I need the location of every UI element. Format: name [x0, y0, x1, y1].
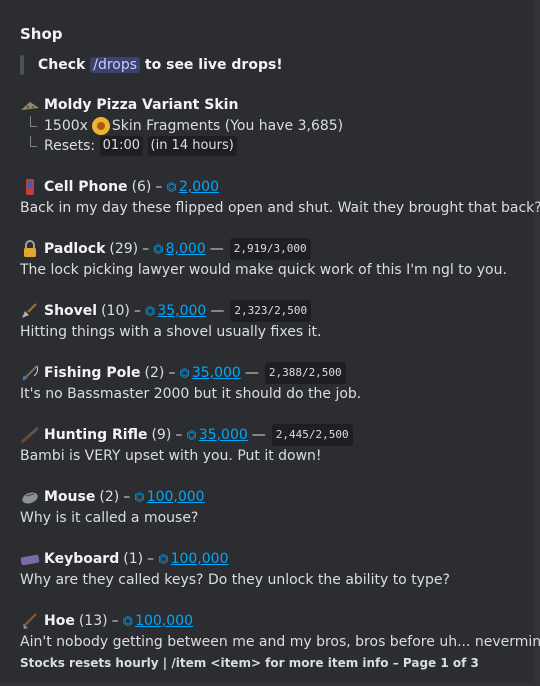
separator-dash: –: [142, 241, 150, 257]
item-price-link[interactable]: 35,000: [157, 301, 206, 321]
separator-dash: –: [111, 613, 119, 629]
item-name: Keyboard: [44, 551, 120, 567]
item-stock: 2,388/2,500: [264, 362, 346, 384]
item-price-link[interactable]: 100,000: [135, 611, 193, 631]
resets-time: 01:00: [99, 136, 144, 156]
notice-suffix: to see live drops!: [144, 57, 283, 73]
item-name: Hoe: [44, 613, 75, 629]
shop-item: Cell Phone (6) – ⏣ 2,000 Back in my day …: [20, 177, 540, 218]
item-description: Why is it called a mouse?: [20, 510, 199, 526]
separator-dash: –: [175, 427, 183, 443]
embed-footer: Stocks resets hourly | /item <item> for …: [20, 656, 479, 670]
item-name: Padlock: [44, 241, 106, 257]
shop-item-list: Cell Phone (6) – ⏣ 2,000 Back in my day …: [20, 177, 540, 652]
item-name: Hunting Rifle: [44, 427, 148, 443]
shovel-icon: [20, 302, 40, 320]
item-name: Fishing Pole: [44, 365, 141, 381]
tree-branch: [28, 116, 42, 136]
item-description: It's no Bassmaster 2000 but it should do…: [20, 386, 362, 402]
separator-dash: —: [244, 365, 259, 381]
featured-resets-row: Resets: 01:00 (in 14 hours): [20, 136, 520, 156]
item-price-link[interactable]: 2,000: [179, 177, 219, 197]
coin-icon: ⏣: [166, 180, 177, 194]
drops-notice: Check /drops to see live drops!: [20, 54, 520, 76]
resets-label: Resets:: [44, 138, 96, 154]
drops-command-link[interactable]: /drops: [90, 57, 141, 73]
item-stock: 2,445/2,500: [271, 424, 353, 446]
featured-item: Moldy Pizza Variant Skin 1500x Skin Frag…: [20, 95, 520, 156]
coin-icon: ⏣: [186, 428, 197, 442]
shop-item: Hunting Rifle (9) – ⏣ 35,000 — 2,445/2,50…: [20, 424, 520, 466]
notice-text: Check /drops to see live drops!: [38, 57, 283, 73]
item-name: Mouse: [44, 489, 96, 505]
separator-dash: –: [168, 365, 176, 381]
item-owned-count: (6): [131, 179, 152, 195]
notice-prefix: Check: [38, 57, 86, 73]
item-owned-count: (10): [101, 303, 130, 319]
resets-relative: (in 14 hours): [147, 136, 237, 156]
item-price-link[interactable]: 100,000: [147, 487, 205, 507]
item-description: Hitting things with a shovel usually fix…: [20, 324, 322, 340]
item-price-link[interactable]: 35,000: [199, 425, 248, 445]
item-owned-count: (9): [151, 427, 172, 443]
item-owned-count: (2): [99, 489, 120, 505]
item-description: Back in my day these flipped open and sh…: [20, 200, 540, 216]
padlock-icon: [20, 240, 40, 258]
item-owned-count: (13): [78, 613, 108, 629]
item-price-link[interactable]: 8,000: [166, 239, 206, 259]
item-owned-count: (1): [123, 551, 144, 567]
separator-dash: —: [209, 241, 224, 257]
featured-cost-row: 1500x Skin Fragments (You have 3,685): [20, 116, 520, 136]
hunting-rifle-icon: [20, 426, 40, 444]
item-price-link[interactable]: 100,000: [171, 549, 229, 569]
item-name: Shovel: [44, 303, 98, 319]
item-stock: 2,919/3,000: [229, 238, 311, 260]
keyboard-icon: [20, 550, 40, 568]
separator-dash: —: [210, 303, 225, 319]
separator-dash: –: [147, 551, 155, 567]
item-description: The lock picking lawyer would make quick…: [20, 262, 507, 278]
coin-icon: ⏣: [179, 366, 190, 380]
cell-phone-icon: [20, 178, 40, 196]
separator-dash: –: [155, 179, 163, 195]
shop-item: Padlock (29) – ⏣ 8,000 — 2,919/3,000 The …: [20, 238, 520, 280]
skin-fragment-icon: [91, 117, 110, 135]
hoe-icon: [20, 612, 40, 630]
featured-cost-amount: 1500x: [44, 118, 88, 134]
item-name: Cell Phone: [44, 179, 128, 195]
coin-icon: ⏣: [158, 552, 169, 566]
coin-icon: ⏣: [122, 614, 134, 628]
item-description: Why are they called keys? Do they unlock…: [20, 572, 450, 588]
shop-item: Keyboard (1) – ⏣ 100,000 Why are they ca…: [20, 549, 520, 590]
item-owned-count: (2): [144, 365, 165, 381]
tree-branch: [28, 136, 42, 156]
item-owned-count: (29): [109, 241, 139, 257]
separator-dash: —: [251, 427, 266, 443]
featured-item-name: Moldy Pizza Variant Skin: [44, 97, 239, 113]
coin-icon: ⏣: [134, 490, 145, 504]
mouse-icon: [20, 488, 40, 506]
item-price-link[interactable]: 35,000: [192, 363, 241, 383]
shop-item: Shovel (10) – ⏣ 35,000 — 2,323/2,500 Hitt…: [20, 300, 520, 342]
shop-item: Fishing Pole (2) – ⏣ 35,000 — 2,388/2,500…: [20, 362, 520, 404]
coin-icon: ⏣: [153, 242, 164, 256]
shop-embed: Shop Check /drops to see live drops! Mol…: [0, 0, 540, 682]
item-stock: 2,323/2,500: [230, 300, 312, 322]
shop-item: Hoe (13) – ⏣ 100,000 Ain't nobody gettin…: [20, 611, 540, 652]
embed-title: Shop: [20, 25, 63, 43]
item-description: Ain't nobody getting between me and my b…: [20, 634, 540, 650]
featured-cost-label: Skin Fragments (You have 3,685): [111, 118, 344, 134]
item-description: Bambi is VERY upset with you. Put it dow…: [20, 448, 322, 464]
moldy-pizza-icon: [20, 96, 40, 114]
shop-item: Mouse (2) – ⏣ 100,000 Why is it called a…: [20, 487, 520, 528]
coin-icon: ⏣: [144, 304, 156, 318]
separator-dash: –: [133, 303, 141, 319]
fishing-pole-icon: [20, 364, 40, 382]
separator-dash: –: [123, 489, 131, 505]
quote-bar: [20, 55, 24, 75]
